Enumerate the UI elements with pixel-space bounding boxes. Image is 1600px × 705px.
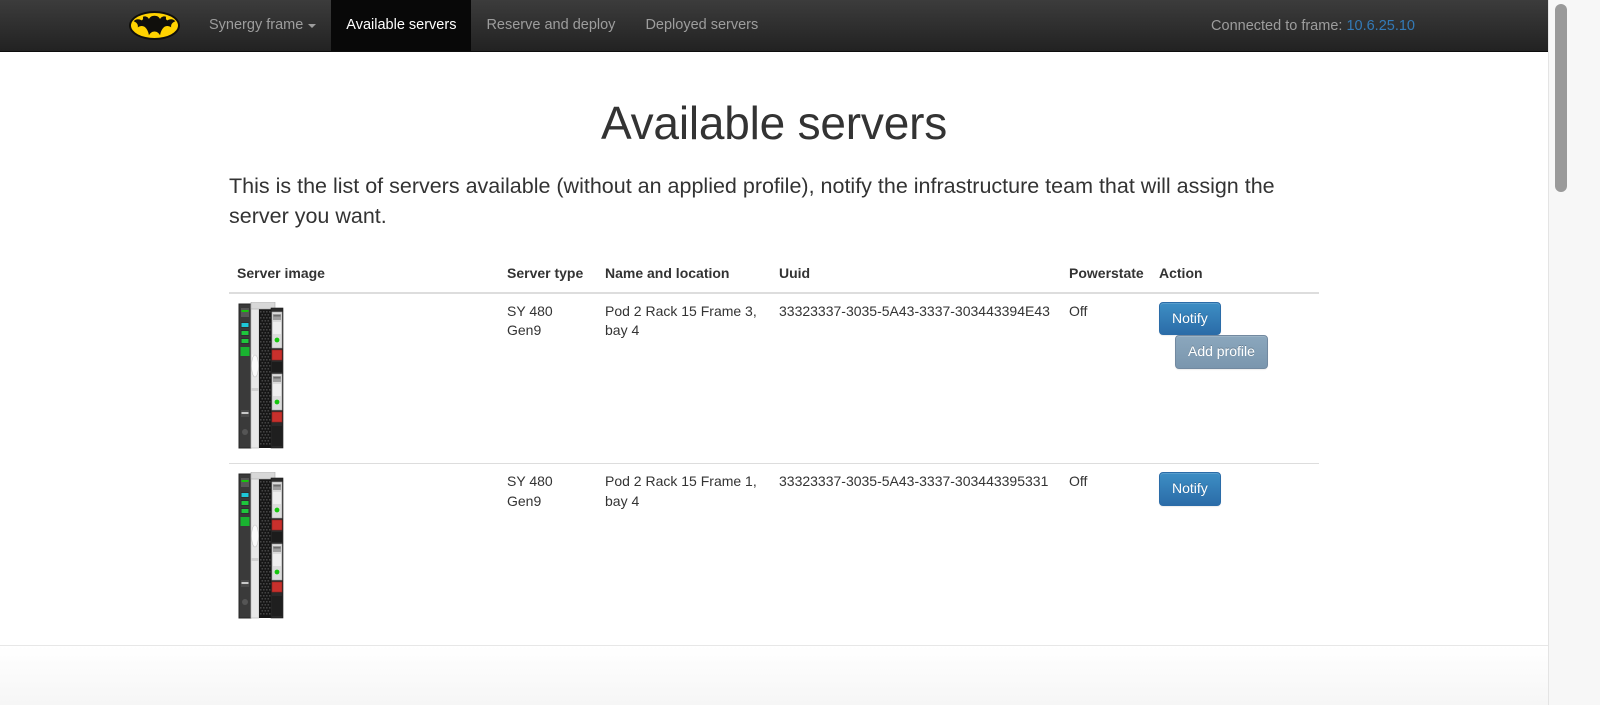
table-row: SY 480 Gen9 Pod 2 Rack 15 Frame 3, bay 4…: [229, 293, 1319, 464]
column-header-powerstate: Powerstate: [1061, 255, 1151, 294]
nav-item-label: Reserve and deploy: [486, 17, 616, 34]
column-header-server-image: Server image: [229, 255, 499, 294]
available-servers-table: Server image Server type Name and locati…: [229, 255, 1319, 635]
page-title: Available servers: [600, 97, 948, 149]
server-powerstate-cell: Off: [1069, 302, 1088, 319]
add-profile-button[interactable]: Add profile: [1175, 335, 1268, 370]
server-uuid-cell: 33323337-3035-5A43-3337-303443395331: [771, 463, 1061, 635]
batman-logo-icon: [129, 11, 180, 40]
server-type-cell: SY 480 Gen9: [499, 463, 597, 635]
nav-item-label: Available servers: [346, 17, 457, 34]
chevron-down-icon: [308, 23, 317, 28]
blade-server-graphic: [237, 301, 285, 450]
column-header-action: Action: [1151, 255, 1319, 294]
top-navbar: Synergy frame Available servers Reserve …: [0, 0, 1548, 52]
navbar-right-section: Connected to frame: 10.6.25.10: [1211, 0, 1419, 51]
table-row: SY 480 Gen9 Pod 2 Rack 15 Frame 1, bay 4…: [229, 463, 1319, 635]
blade-server-graphic: [237, 472, 285, 621]
column-header-server-type: Server type: [499, 255, 597, 294]
nav-item-label: Synergy frame: [209, 17, 304, 34]
notify-button[interactable]: Notify: [1159, 301, 1221, 336]
vertical-scrollbar[interactable]: [1548, 0, 1600, 705]
server-location-cell: Pod 2 Rack 15 Frame 3, bay 4: [605, 302, 757, 339]
page-container: Available servers This is the list of se…: [229, 52, 1319, 635]
page-footer: [0, 645, 1548, 705]
nav-item-available-servers[interactable]: Available servers: [331, 0, 472, 51]
server-type-cell: SY 480 Gen9: [507, 302, 553, 339]
page-description: This is the list of servers available (w…: [229, 173, 1275, 229]
nav-item-reserve-and-deploy[interactable]: Reserve and deploy: [471, 0, 630, 51]
server-image-cell: [229, 463, 499, 635]
server-action-cell: Notify Add profile: [1151, 293, 1319, 464]
brand-logo-link[interactable]: [129, 0, 194, 51]
browser-viewport: Synergy frame Available servers Reserve …: [0, 0, 1548, 705]
server-image-cell: [229, 293, 499, 464]
nav-item-synergy-frame[interactable]: Synergy frame: [194, 0, 331, 51]
server-uuid-cell: 33323337-3035-5A43-3337-303443394E43: [779, 302, 1050, 319]
server-powerstate-cell: Off: [1061, 463, 1151, 635]
bat-silhouette-icon: [133, 15, 176, 36]
scrollbar-thumb[interactable]: [1555, 4, 1567, 192]
nav-item-label: Deployed servers: [645, 17, 759, 34]
sy480-gen9-blade-image: [237, 301, 285, 450]
nav-item-deployed-servers[interactable]: Deployed servers: [630, 0, 773, 51]
table-header-row: Server image Server type Name and locati…: [229, 255, 1319, 294]
column-header-uuid: Uuid: [771, 255, 1061, 294]
column-header-name-and-location: Name and location: [597, 255, 771, 294]
connection-status-label: Connected to frame:: [1211, 17, 1343, 34]
connection-status: Connected to frame: 10.6.25.10: [1211, 18, 1415, 34]
sy480-gen9-blade-image: [237, 472, 285, 621]
notify-button[interactable]: Notify: [1159, 472, 1221, 507]
server-action-cell: Notify: [1151, 463, 1319, 635]
frame-ip-link[interactable]: 10.6.25.10: [1346, 18, 1415, 34]
server-location-cell: Pod 2 Rack 15 Frame 1, bay 4: [597, 463, 771, 635]
